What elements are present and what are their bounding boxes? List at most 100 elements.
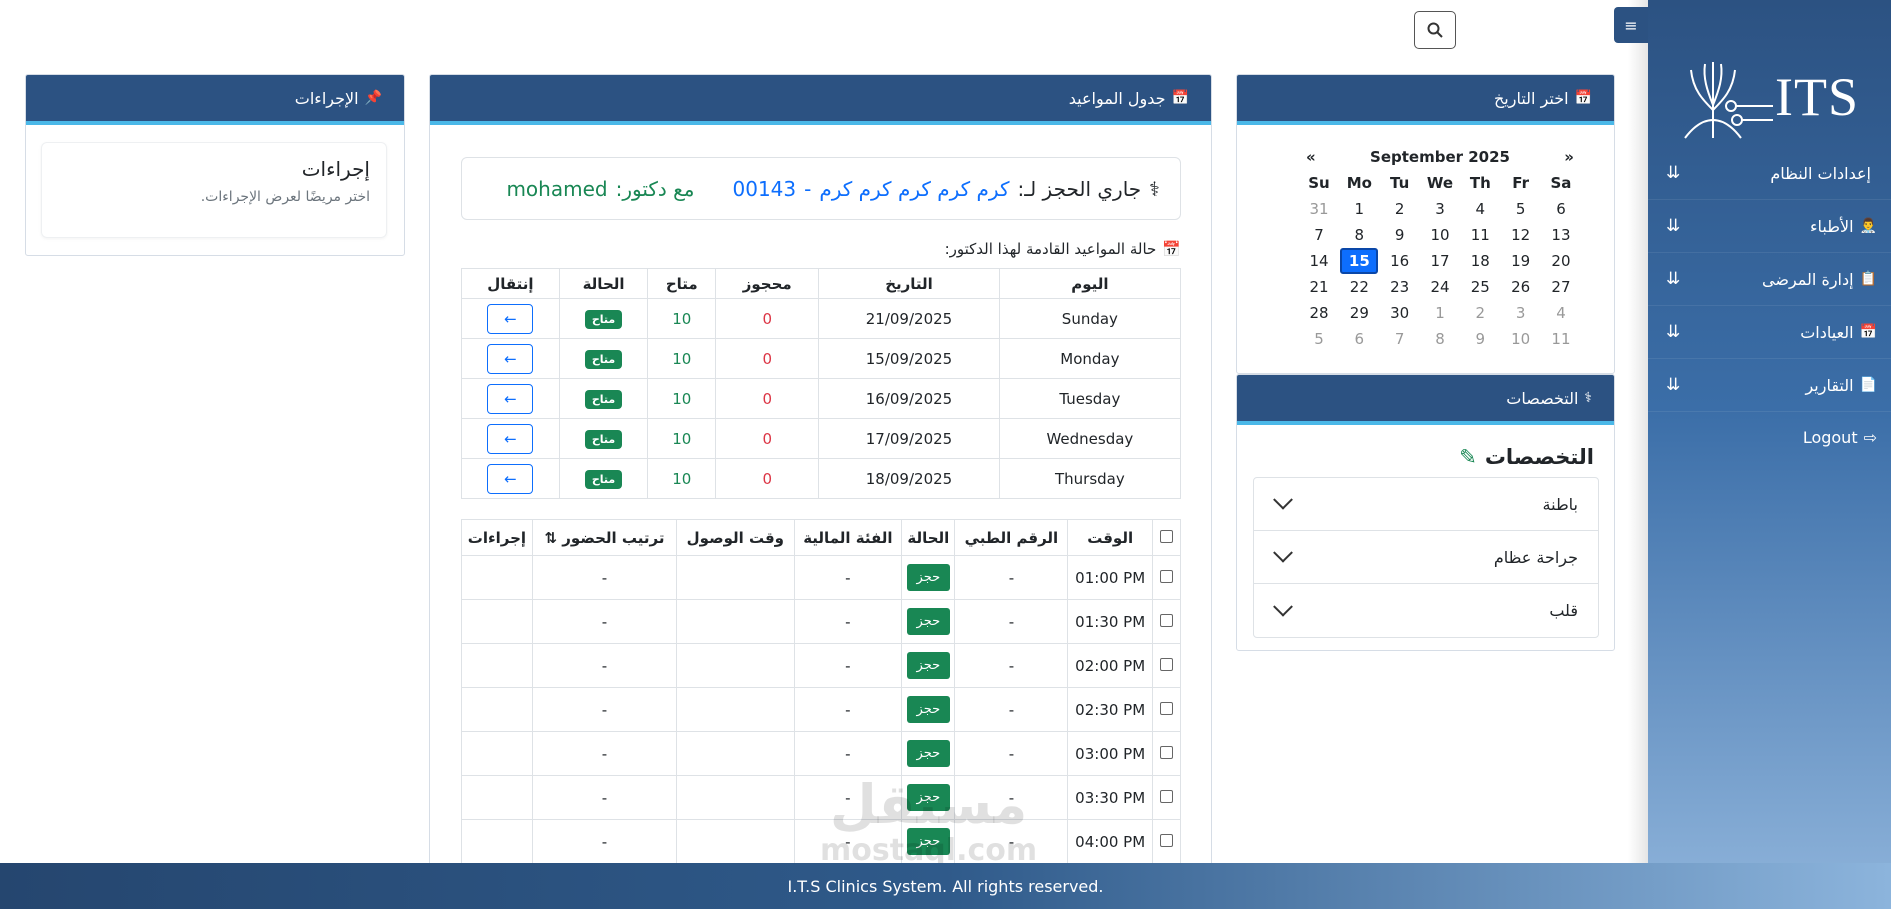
calendar-day[interactable]: 16	[1381, 248, 1419, 274]
date-cell: 18/09/2025	[818, 458, 1000, 499]
day-cell: Wednesday	[998, 418, 1182, 459]
sidebar-item-patients[interactable]: 📋 إدارة المرضى ⇊	[1648, 253, 1891, 306]
sidebar-item-system-settings[interactable]: إعدادات النظام ⇊	[1648, 147, 1891, 200]
logout-icon: ⇨	[1863, 427, 1877, 447]
search-button[interactable]	[1414, 11, 1456, 49]
book-button[interactable]: حجز	[906, 608, 951, 635]
calendar-day[interactable]: 7	[1300, 222, 1338, 248]
calendar-day[interactable]: 28	[1300, 300, 1338, 326]
order-cell: -	[531, 555, 678, 600]
calendar-day[interactable]: 23	[1381, 274, 1419, 300]
go-to-day-button[interactable]: ←	[487, 383, 534, 414]
book-button[interactable]: حجز	[906, 652, 951, 679]
arrival-cell	[676, 643, 795, 688]
calendar-day[interactable]: 2	[1381, 196, 1419, 222]
calendar-day[interactable]: 18	[1461, 248, 1499, 274]
available-cell: 10	[647, 378, 717, 419]
calendar-day[interactable]: 27	[1542, 274, 1580, 300]
row-checkbox[interactable]	[1160, 789, 1173, 803]
time-cell: 01:30 PM	[1067, 599, 1153, 644]
calendar-day[interactable]: 5	[1502, 196, 1540, 222]
calendar-day[interactable]: 5	[1300, 326, 1338, 352]
specialty-item[interactable]: جراحة عظام	[1254, 531, 1598, 584]
status-cell: حجز	[901, 687, 956, 732]
calendar-day[interactable]: 3	[1421, 196, 1459, 222]
calendar-day[interactable]: 24	[1421, 274, 1459, 300]
go-cell: ←	[461, 298, 560, 339]
sidebar-toggle-button[interactable]: ≡	[1614, 7, 1648, 43]
calendar-day[interactable]: 9	[1381, 222, 1419, 248]
column-header[interactable]: ترتيب الحضور ⇅	[531, 519, 678, 556]
calendar-day[interactable]: 6	[1542, 196, 1580, 222]
calendar-day[interactable]: 11	[1461, 222, 1499, 248]
calendar-day[interactable]: 11	[1542, 326, 1580, 352]
calendar-day[interactable]: 12	[1502, 222, 1540, 248]
hamburger-icon: ≡	[1624, 15, 1638, 35]
calendar-day[interactable]: 8	[1421, 326, 1459, 352]
calendar-day[interactable]: 4	[1461, 196, 1499, 222]
calendar-prev-button[interactable]: «	[1306, 148, 1316, 166]
specialty-label: قلب	[1549, 601, 1578, 620]
calendar-day[interactable]: 8	[1340, 222, 1378, 248]
row-checkbox[interactable]	[1160, 569, 1173, 583]
calendar-day[interactable]: 22	[1340, 274, 1378, 300]
book-button[interactable]: حجز	[906, 696, 951, 723]
calendar-day[interactable]: 10	[1421, 222, 1459, 248]
status-cell: حجز	[901, 599, 956, 644]
book-button[interactable]: حجز	[906, 740, 951, 767]
calendar-day[interactable]: 14	[1300, 248, 1338, 274]
calendar-day[interactable]: 2	[1461, 300, 1499, 326]
calendar-day[interactable]: 4	[1542, 300, 1580, 326]
calendar-day[interactable]: 10	[1502, 326, 1540, 352]
calendar-day[interactable]: 31	[1300, 196, 1338, 222]
go-to-day-button[interactable]: ←	[487, 303, 534, 334]
column-header: الرقم الطبي	[954, 519, 1069, 556]
calendar-day-selected[interactable]: 15	[1340, 248, 1379, 274]
column-header: الوقت	[1067, 519, 1153, 556]
calendar-day[interactable]: 17	[1421, 248, 1459, 274]
book-button[interactable]: حجز	[906, 564, 951, 591]
calendar-day[interactable]: 6	[1340, 326, 1378, 352]
calendar-day[interactable]: 3	[1502, 300, 1540, 326]
go-to-day-button[interactable]: ←	[487, 423, 534, 454]
sidebar-item-reports[interactable]: 📄 التقارير ⇊	[1648, 359, 1891, 412]
status-cell: متاح	[558, 338, 649, 379]
calendar-next-button[interactable]: »	[1564, 148, 1574, 166]
row-checkbox[interactable]	[1160, 657, 1173, 671]
logout-link[interactable]: Logout ⇨	[1648, 412, 1891, 462]
chevron-down-icon	[1273, 596, 1293, 617]
calendar-day[interactable]: 1	[1421, 300, 1459, 326]
status-badge: متاح	[584, 309, 623, 329]
calendar-day[interactable]: 26	[1502, 274, 1540, 300]
row-checkbox[interactable]	[1160, 613, 1173, 627]
calendar-month-label[interactable]: September 2025	[1370, 148, 1510, 166]
calendar-day[interactable]: 25	[1461, 274, 1499, 300]
order-cell: -	[531, 687, 678, 732]
go-to-day-button[interactable]: ←	[487, 463, 534, 494]
category-cell: -	[793, 643, 903, 688]
sidebar-item-clinics[interactable]: 📅 العيادات ⇊	[1648, 306, 1891, 359]
specialty-item[interactable]: قلب	[1254, 584, 1598, 637]
row-checkbox[interactable]	[1160, 701, 1173, 715]
status-cell: متاح	[558, 378, 649, 419]
watermark: مستقل mostaql.com	[820, 775, 1037, 868]
calendar-day[interactable]: 30	[1381, 300, 1419, 326]
calendar-day[interactable]: 19	[1502, 248, 1540, 274]
row-checkbox[interactable]	[1160, 833, 1173, 847]
calendar-day[interactable]: 7	[1381, 326, 1419, 352]
calendar-day[interactable]: 9	[1461, 326, 1499, 352]
select-all-checkbox[interactable]	[1160, 529, 1173, 543]
status-badge: متاح	[584, 469, 623, 489]
row-checkbox[interactable]	[1160, 745, 1173, 759]
calendar-day[interactable]: 20	[1542, 248, 1580, 274]
calendar-day[interactable]: 13	[1542, 222, 1580, 248]
go-to-day-button[interactable]: ←	[487, 343, 534, 374]
calendar-day[interactable]: 1	[1340, 196, 1378, 222]
sidebar-item-doctors[interactable]: 👨‍⚕️ الأطباء ⇊	[1648, 200, 1891, 253]
calendar-day[interactable]: 21	[1300, 274, 1338, 300]
calendar-day[interactable]: 29	[1340, 300, 1378, 326]
status-cell: متاح	[558, 418, 649, 459]
table-row: Sunday 21/09/2025 0 10 متاح ←	[461, 298, 1182, 339]
specialty-item[interactable]: باطنة	[1254, 478, 1598, 531]
upcoming-status-text: حالة المواعيد القادمة لهذا الدكتور:	[944, 240, 1157, 258]
